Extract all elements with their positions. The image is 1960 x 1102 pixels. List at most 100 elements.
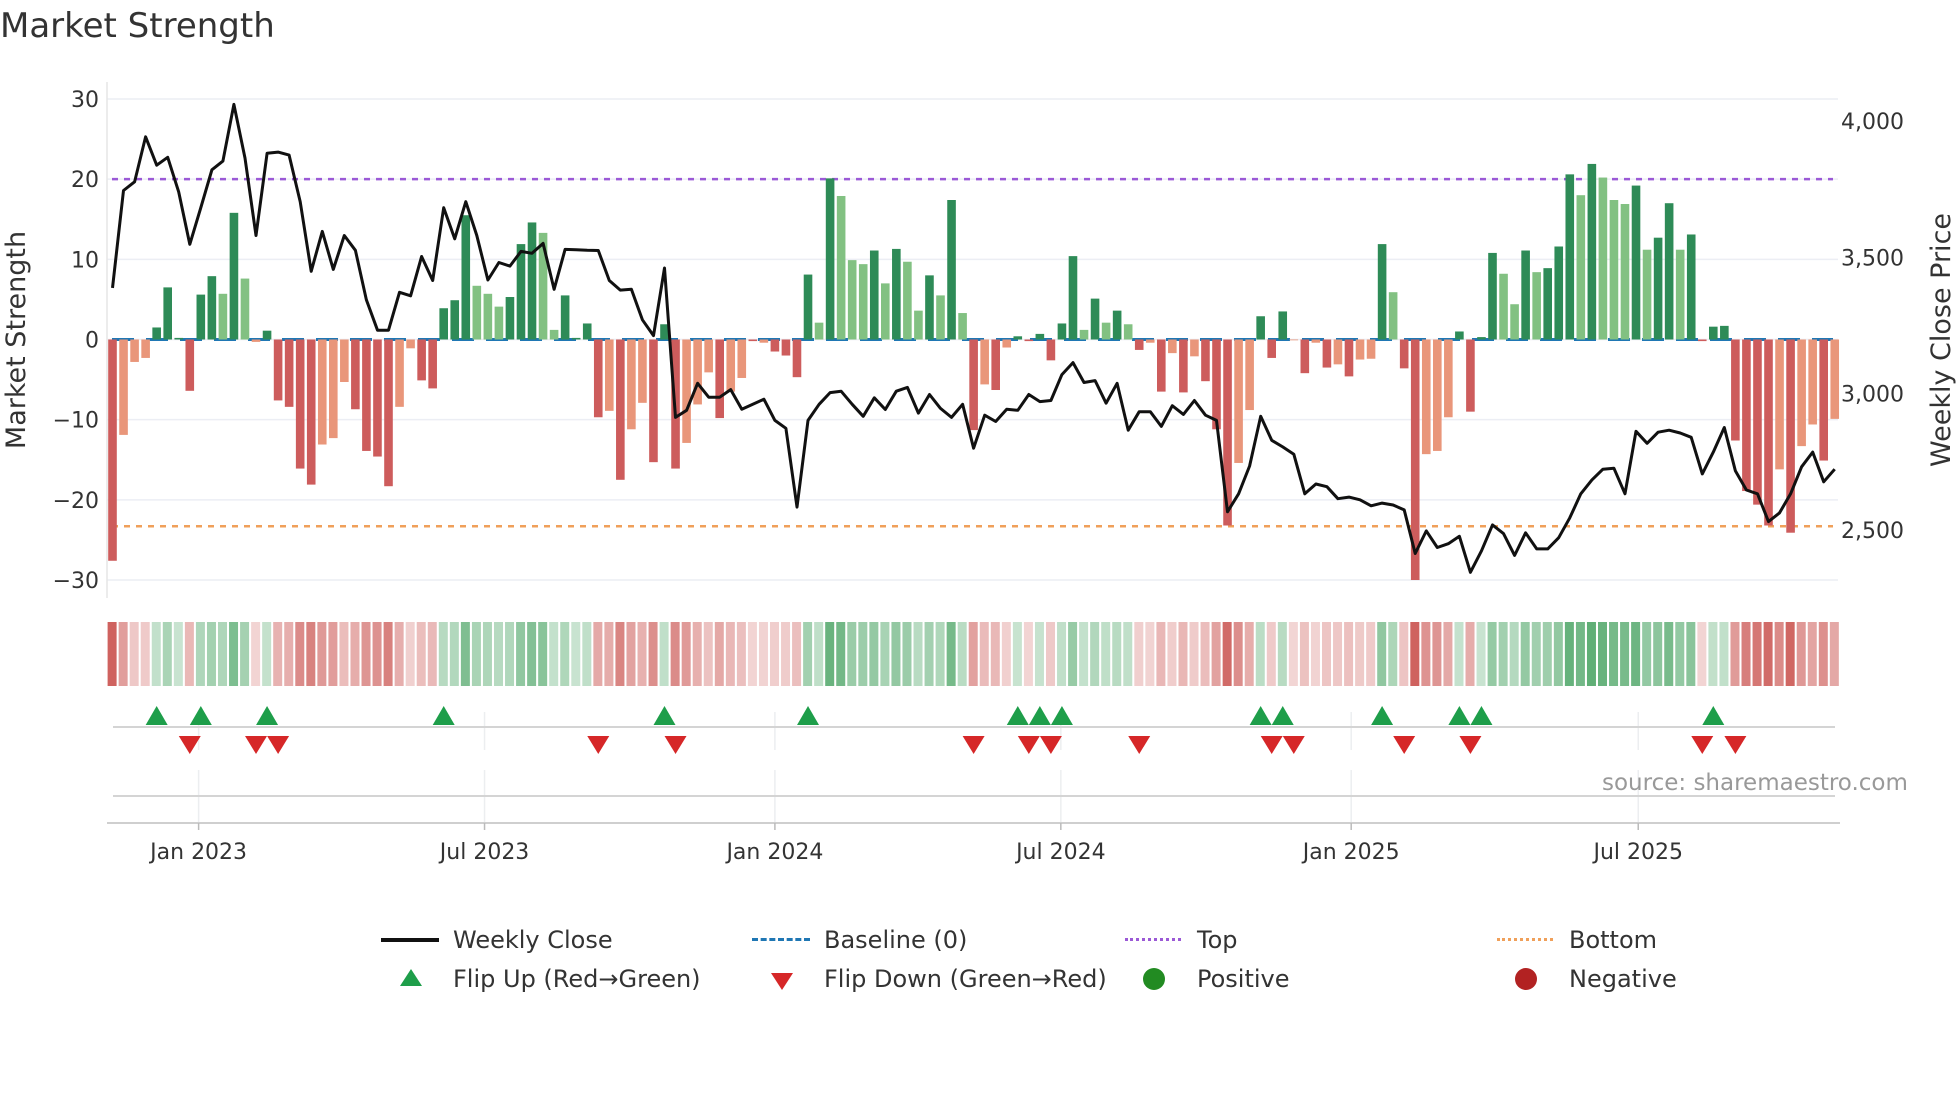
- strength-heat-cell: [1001, 622, 1011, 686]
- strength-bar: [483, 293, 493, 340]
- strength-bar: [450, 300, 460, 340]
- strength-bar: [605, 339, 614, 411]
- strength-heat-cell: [1432, 622, 1442, 686]
- strength-bar: [1344, 339, 1354, 377]
- strength-bar: [1731, 339, 1740, 441]
- strength-bar: [461, 215, 471, 340]
- strength-bar: [947, 200, 956, 340]
- strength-bar: [527, 222, 537, 340]
- strength-bar: [682, 339, 691, 443]
- strength-heat-cell: [1785, 622, 1795, 686]
- strength-bar: [1565, 174, 1575, 340]
- strength-bar: [980, 339, 989, 385]
- strength-heat-cell: [1487, 622, 1497, 686]
- strength-bar: [1322, 339, 1332, 368]
- strength-bar: [936, 295, 945, 340]
- strength-heat-cell: [1222, 622, 1232, 686]
- strength-bar: [1532, 272, 1541, 340]
- strength-bar: [1300, 339, 1310, 374]
- strength-heat-cell: [1575, 622, 1585, 686]
- strength-heat-cell: [1068, 622, 1078, 686]
- strength-bar: [1311, 339, 1321, 343]
- strength-bar: [1554, 246, 1564, 340]
- strength-bar: [571, 337, 581, 340]
- strength-bar: [428, 339, 437, 389]
- strength-heat-cell: [736, 622, 746, 686]
- strength-bar: [1488, 252, 1497, 340]
- strength-bar: [1355, 339, 1365, 360]
- strength-bar: [638, 339, 647, 403]
- x-tick-label: Jan 2023: [148, 840, 247, 865]
- strength-heat-cell: [195, 622, 205, 686]
- strength-heat-cell: [626, 622, 636, 686]
- y-axis-title: Market Strength: [1, 231, 32, 449]
- strength-bar: [1653, 237, 1663, 340]
- flip-down-marker: [1393, 736, 1416, 754]
- strength-bar: [1421, 339, 1431, 455]
- strength-bar: [1289, 339, 1299, 341]
- strength-heat-cell: [471, 622, 481, 686]
- strength-heat-cell: [781, 622, 791, 686]
- strength-heat-cell: [1057, 622, 1067, 686]
- strength-heat-cell: [516, 622, 526, 686]
- strength-heat-cell: [703, 622, 713, 686]
- strength-bar: [163, 287, 172, 340]
- strength-heat-cell: [935, 622, 945, 686]
- strength-heat-cell: [1586, 622, 1596, 686]
- strength-heat-cell: [494, 622, 503, 686]
- strength-heat-cell: [615, 622, 625, 686]
- strength-bar: [616, 339, 625, 480]
- strength-heat-cell: [1377, 622, 1387, 686]
- strength-bar: [1433, 339, 1442, 451]
- strength-heat-cell: [1388, 622, 1398, 686]
- strength-bar: [141, 339, 150, 358]
- x-tick-label: Jan 2024: [724, 840, 823, 865]
- strength-heat-cell: [1134, 622, 1144, 686]
- strength-heat-cell: [648, 622, 658, 686]
- strength-bar: [262, 330, 272, 340]
- x-tick-label: Jul 2025: [1591, 840, 1683, 865]
- strength-heat-cell: [1664, 622, 1674, 686]
- strength-heat-cell: [1498, 622, 1508, 686]
- strength-bar: [737, 339, 747, 378]
- strength-bar: [373, 339, 382, 457]
- flip-up-marker: [145, 706, 168, 725]
- y2-axis-title: Weekly Close Price: [1926, 213, 1957, 467]
- y-tick-label: 0: [85, 329, 99, 354]
- flip-down-marker: [962, 736, 985, 754]
- strength-bar: [814, 322, 824, 340]
- strength-heat-cell: [240, 622, 250, 686]
- flip-down-marker: [178, 736, 201, 754]
- strength-heat-cell: [372, 622, 382, 686]
- strength-bar: [1366, 339, 1376, 359]
- strength-heat-cell: [251, 622, 261, 686]
- strength-bar: [130, 339, 139, 362]
- strength-heat-cell: [1333, 622, 1343, 686]
- strength-heat-cell: [328, 622, 338, 686]
- strength-bar: [1742, 339, 1751, 492]
- strength-heat-cell: [902, 622, 912, 686]
- strength-heat-cell: [1476, 622, 1486, 686]
- strength-heat-cell: [1123, 622, 1133, 686]
- strength-heat-cell: [151, 622, 161, 686]
- strength-bar: [1753, 339, 1762, 505]
- strength-heat-cell: [670, 622, 680, 686]
- strength-heat-cell: [946, 622, 956, 686]
- strength-heat-cell: [1310, 622, 1320, 686]
- strength-bar: [306, 339, 316, 485]
- strength-bar: [1576, 195, 1586, 340]
- strength-heat-cell: [681, 622, 691, 686]
- strength-heat-cell: [350, 622, 360, 686]
- strength-bar: [1157, 339, 1166, 392]
- strength-heat-cell: [913, 622, 923, 686]
- strength-heat-cell: [1299, 622, 1309, 686]
- strength-bar: [196, 294, 206, 340]
- strength-bar: [1697, 339, 1707, 342]
- strength-bar: [1145, 339, 1155, 343]
- strength-heat-cell: [1763, 622, 1773, 686]
- strength-bar: [649, 339, 658, 463]
- strength-heat-cell: [1399, 622, 1409, 686]
- strength-bar: [340, 339, 349, 382]
- y2-tick-label: 2,500: [1841, 519, 1904, 544]
- strength-heat-cell: [957, 622, 967, 686]
